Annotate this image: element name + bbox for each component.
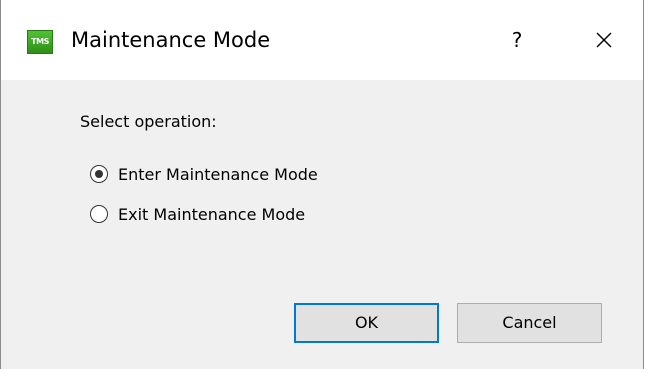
close-icon (596, 32, 612, 48)
ok-button[interactable]: OK (294, 303, 439, 343)
maintenance-mode-dialog: TMS Maintenance Mode ? Select operation:… (0, 0, 644, 369)
title-bar: TMS Maintenance Mode ? (1, 0, 643, 80)
radio-selected-icon[interactable] (90, 165, 108, 183)
operation-prompt: Select operation: (80, 112, 217, 131)
dialog-title: Maintenance Mode (71, 28, 271, 52)
cancel-button[interactable]: Cancel (457, 303, 602, 343)
radio-dot-icon (94, 169, 103, 178)
dialog-body: Select operation: Enter Maintenance Mode… (1, 80, 643, 369)
radio-exit-maintenance-mode[interactable]: Exit Maintenance Mode (90, 202, 305, 226)
close-button[interactable] (581, 20, 627, 60)
app-logo-icon: TMS (27, 30, 53, 54)
radio-label-enter[interactable]: Enter Maintenance Mode (118, 165, 318, 184)
help-button[interactable]: ? (494, 20, 540, 60)
radio-unselected-icon[interactable] (90, 205, 108, 223)
radio-label-exit[interactable]: Exit Maintenance Mode (118, 205, 305, 224)
radio-enter-maintenance-mode[interactable]: Enter Maintenance Mode (90, 162, 318, 186)
